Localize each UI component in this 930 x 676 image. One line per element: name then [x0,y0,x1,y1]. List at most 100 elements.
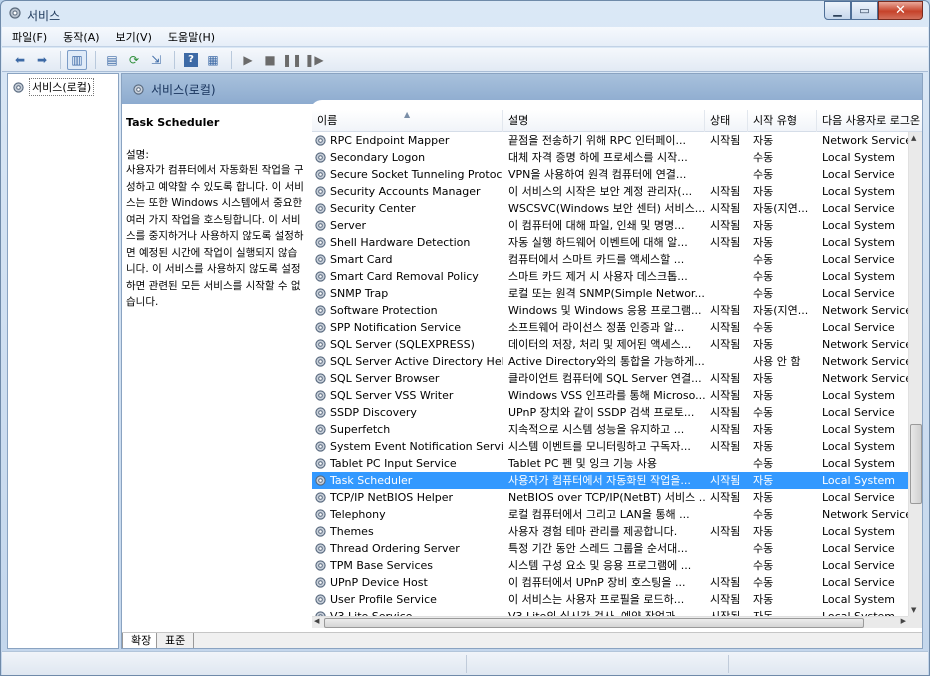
service-row[interactable]: SSDP Discovery UPnP 장치와 같이 SSDP 검색 프로토...… [312,404,908,421]
service-row[interactable]: TPM Base Services 시스템 구성 요소 및 응용 프로그램에 ..… [312,557,908,574]
toolbar: ⬅ ➡ ▥ ▤ ⟳ ⇲ ? ▦ ▶ ■ ❚❚ ❚▶ [2,48,928,72]
service-row[interactable]: Secondary Logon 대체 자격 증명 하에 프로세스를 시작... 수동… [312,149,908,166]
service-status [705,540,748,557]
forward-button[interactable]: ➡ [32,50,52,70]
scroll-left-icon[interactable]: ◀ [314,617,319,625]
service-gear-icon [315,509,326,520]
close-button[interactable]: ✕ [878,1,923,20]
service-gear-icon [315,390,326,401]
service-row[interactable]: Themes 사용자 경험 테마 관리를 제공합니다. 시작됨 자동 Local Sys… [312,523,908,540]
service-description: 소프트웨어 라이선스 정품 인증과 알... [508,321,685,334]
column-header-status[interactable]: 상태 [705,110,748,132]
column-header-log-on-as[interactable]: 다음 사용자로 로그온 [817,110,922,132]
service-name: RPC Endpoint Mapper [330,134,450,147]
scroll-down-icon[interactable]: ▼ [911,606,916,614]
minimize-button[interactable]: ▁ [824,1,851,20]
column-header-startup-type[interactable]: 시작 유형 [748,110,817,132]
service-name-cell: SSDP Discovery [312,404,503,421]
service-row[interactable]: Tablet PC Input Service Tablet PC 펜 및 잉크 … [312,455,908,472]
service-logon: Local System [822,236,896,249]
service-row[interactable]: Software Protection Windows 및 Windows 응용 … [312,302,908,319]
vertical-scroll-thumb[interactable] [910,424,922,504]
back-button[interactable]: ⬅ [10,50,30,70]
start-service-button[interactable]: ▶ [238,50,258,70]
vertical-scrollbar[interactable]: ▲ ▼ [908,132,922,616]
refresh-button[interactable]: ⟳ [124,50,144,70]
service-row[interactable]: Security Accounts Manager 이 서비스의 시작은 보안 계… [312,183,908,200]
maximize-button[interactable]: ▭ [851,1,878,20]
service-row[interactable]: Server 이 컴퓨터에 대해 파일, 인쇄 및 명명... 시작됨 자동 Local… [312,217,908,234]
service-startup-type: 자동 [753,474,774,487]
service-logon: Local System [822,474,896,487]
service-row[interactable]: SQL Server VSS Writer Windows VSS 인프라를 통해… [312,387,908,404]
service-row[interactable]: RPC Endpoint Mapper 끝점을 전송하기 위해 RPC 인터페이.… [312,132,908,149]
service-row[interactable]: Security Center WSCSVC(Windows 보안 센터) 서비스… [312,200,908,217]
service-startup-type: 수동 [753,151,774,164]
export-list-icon: ⇲ [150,52,162,67]
service-logon: Local Service [822,287,895,300]
menu-bar: 파일(F) 동작(A) 보기(V) 도움말(H) [2,27,928,47]
service-status: 시작됨 [710,134,741,147]
service-description: 로컬 컴퓨터에서 그리고 LAN을 통해 ... [508,508,690,521]
menu-file[interactable]: 파일(F) [10,28,49,46]
show-console-tree-button[interactable]: ▥ [67,49,87,70]
status-bar [2,651,928,675]
service-row[interactable]: User Profile Service 이 서비스는 사용자 프로필을 로드하.… [312,591,908,608]
column-header-description[interactable]: 설명 [503,110,705,132]
tree-item-services-local[interactable]: 서비스(로컬) [12,78,95,96]
scroll-right-icon[interactable]: ▶ [901,617,906,625]
service-description: 대체 자격 증명 하에 프로세스를 시작... [508,151,688,164]
service-row[interactable]: V3 Lite Service V3 Lite의 실시간 검사, 예약 작업과 .… [312,608,908,616]
service-description: 클라이언트 컴퓨터에 SQL Server 연결... [508,372,702,385]
action-pane-button[interactable]: ▦ [203,50,223,70]
tab-extended[interactable]: 확장 [122,633,161,648]
service-row[interactable]: SQL Server Browser 클라이언트 컴퓨터에 SQL Server … [312,370,908,387]
service-status: 시작됨 [705,608,748,616]
service-gear-icon [315,492,326,503]
service-row[interactable]: Shell Hardware Detection 자동 실행 하드웨어 이벤트에 … [312,234,908,251]
service-row[interactable]: Smart Card Removal Policy 스마트 카드 제거 시 사용자… [312,268,908,285]
gear-icon [9,7,21,19]
services-pane: 서비스(로컬) Task Scheduler 설명: 사용자가 컴퓨터에서 자동… [121,73,923,649]
service-name-cell: Telephony [312,506,503,523]
export-list-button[interactable]: ⇲ [146,50,166,70]
service-logon: Local Service [822,491,895,504]
service-status [705,268,748,285]
service-row[interactable]: TCP/IP NetBIOS Helper NetBIOS over TCP/IP… [312,489,908,506]
horizontal-scroll-thumb[interactable] [324,618,864,628]
list-header: 이름 ▲ 설명 상태 시작 유형 다음 사용자로 로그온 [312,110,922,132]
service-gear-icon [315,475,326,486]
service-row[interactable]: Smart Card 컴퓨터에서 스마트 카드를 액세스할 ... 수동 Local … [312,251,908,268]
help-button[interactable]: ? [181,50,201,70]
service-row[interactable]: UPnP Device Host 이 컴퓨터에서 UPnP 장비 호스팅을 ...… [312,574,908,591]
service-name: Security Accounts Manager [330,185,481,198]
service-startup-type: 수동 [753,542,774,555]
service-row[interactable]: Superfetch 지속적으로 시스템 성능을 유지하고 ... 시작됨 자동 Loc… [312,421,908,438]
service-name: Software Protection [330,304,438,317]
horizontal-scrollbar[interactable]: ◀ ▶ [312,616,908,628]
service-row[interactable]: SPP Notification Service 소프트웨어 라이선스 정품 인증… [312,319,908,336]
service-row[interactable]: System Event Notification Service 시스템 이벤트… [312,438,908,455]
service-gear-icon [315,135,326,146]
restart-service-button[interactable]: ❚▶ [304,50,324,70]
service-row[interactable]: SNMP Trap 로컬 또는 원격 SNMP(Simple Networ... 수… [312,285,908,302]
pause-service-button[interactable]: ❚❚ [282,50,302,70]
console-tree-icon: ▥ [71,52,83,67]
service-row[interactable]: SQL Server (SQLEXPRESS) 데이터의 저장, 처리 및 제어된… [312,336,908,353]
tab-standard[interactable]: 표준 [156,633,195,648]
service-startup-type: 수동 [753,457,774,470]
column-header-name[interactable]: 이름 ▲ [312,110,503,132]
scroll-up-icon[interactable]: ▲ [911,134,916,142]
menu-action[interactable]: 동작(A) [61,28,101,46]
service-row[interactable]: Telephony 로컬 컴퓨터에서 그리고 LAN을 통해 ... 수동 Netwo… [312,506,908,523]
service-name-cell: Smart Card Removal Policy [312,268,503,285]
service-row[interactable]: SQL Server Active Directory Helper Active… [312,353,908,370]
service-row[interactable]: Task Scheduler 사용자가 컴퓨터에서 자동화된 작업을... 시작됨 자… [312,472,908,489]
menu-help[interactable]: 도움말(H) [166,28,217,46]
service-row[interactable]: Thread Ordering Server 특정 기간 동안 스레드 그룹을 순… [312,540,908,557]
service-gear-icon [315,356,326,367]
stop-service-button[interactable]: ■ [260,50,280,70]
menu-view[interactable]: 보기(V) [114,28,154,46]
properties-button[interactable]: ▤ [102,50,122,70]
service-row[interactable]: Secure Socket Tunneling Protoco... VPN을 사… [312,166,908,183]
